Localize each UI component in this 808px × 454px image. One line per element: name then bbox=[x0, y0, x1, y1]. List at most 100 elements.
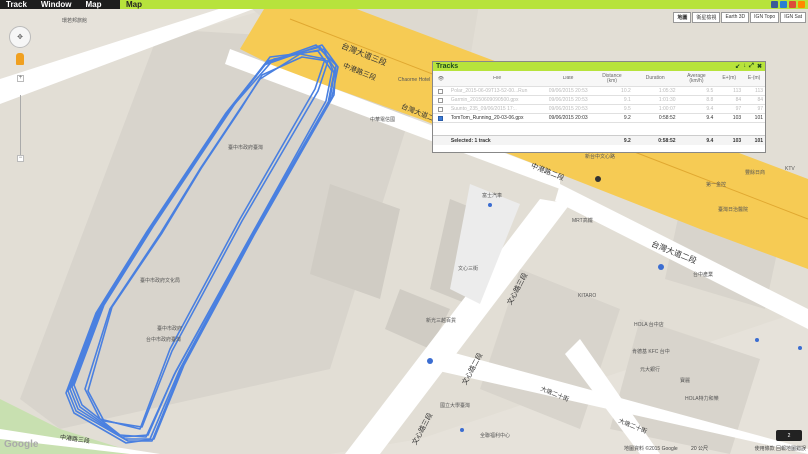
col-date[interactable]: Date bbox=[545, 76, 591, 81]
place-label: 台中產業 bbox=[693, 272, 714, 278]
place-label: 豐餘日商 bbox=[745, 170, 766, 176]
track-average: 9.4 bbox=[706, 115, 714, 121]
tracks-panel: Tracks ↙ ↓ ⤢ ✖ 👁 File Date Distance (km)… bbox=[432, 61, 766, 153]
pan-control[interactable]: ✥ bbox=[9, 26, 31, 48]
track-distance: 10.2 bbox=[621, 88, 631, 94]
place-label: 肯德基 KFC 台中 bbox=[632, 349, 670, 355]
track-average: 9.5 bbox=[706, 88, 714, 94]
zoom-in-button[interactable]: + bbox=[17, 75, 24, 82]
col-distance[interactable]: Distance (km) bbox=[591, 73, 633, 84]
download-icon[interactable]: ↓ bbox=[743, 63, 746, 70]
zoom-slider[interactable] bbox=[20, 95, 21, 155]
place-label: 臺中市政府文化局 bbox=[140, 278, 181, 284]
minimize-icon[interactable]: ↙ bbox=[735, 63, 740, 70]
map-view[interactable]: 台灣大道三段 中港路三段 中港路二段 台灣大道二段 台灣大道二段 文心路三段 文… bbox=[0, 9, 808, 454]
menu-map[interactable]: Map bbox=[86, 0, 102, 9]
twitter-icon[interactable] bbox=[780, 1, 787, 8]
col-eplus[interactable]: E+(m) bbox=[715, 76, 743, 81]
track-average: 9.4 bbox=[706, 106, 714, 112]
track-file: Polar_2015-06-09T13-52-00...Run bbox=[450, 88, 528, 94]
rss-icon[interactable] bbox=[798, 1, 805, 8]
menu-window[interactable]: Window bbox=[41, 0, 72, 9]
close-icon[interactable]: ✖ bbox=[757, 63, 762, 70]
place-label: 臺中市政府 bbox=[157, 326, 183, 332]
track-duration: 1:01:30 bbox=[658, 97, 676, 103]
scale-bar: 20 公尺 bbox=[691, 446, 708, 452]
table-row[interactable]: Garmin_20150609090500.gpx 09/06/2015 20:… bbox=[433, 96, 765, 105]
selected-count: Selected: 1 track bbox=[450, 137, 491, 144]
map-type-earth3d[interactable]: Earth 3D bbox=[721, 12, 750, 23]
track-eplus: 97 bbox=[735, 106, 742, 112]
track-eplus: 84 bbox=[735, 97, 742, 103]
track-eminus: 101 bbox=[754, 115, 764, 121]
track-eplus: 103 bbox=[732, 115, 742, 121]
place-label: 文心三街 bbox=[458, 266, 479, 272]
track-date: 09/06/2015 20:53 bbox=[548, 88, 588, 94]
place-label: MRT高鐵 bbox=[572, 218, 593, 224]
track-eminus: 84 bbox=[757, 97, 764, 103]
track-checkbox[interactable] bbox=[438, 88, 444, 94]
track-eminus: 113 bbox=[755, 88, 764, 94]
track-distance: 9.2 bbox=[623, 115, 631, 121]
tracks-table-header: 👁 File Date Distance (km) Duration Avera… bbox=[433, 71, 765, 87]
terms-link[interactable]: 使用條款 回報地圖錯誤 bbox=[755, 445, 806, 452]
social-icons bbox=[771, 0, 805, 8]
place-label: 寶麗 bbox=[680, 378, 691, 384]
total-eminus: 101 bbox=[754, 137, 764, 144]
col-eminus[interactable]: E-(m) bbox=[743, 76, 765, 81]
layer-widget[interactable]: 2 bbox=[776, 430, 802, 441]
place-label: 全聯福利中心 bbox=[480, 433, 511, 439]
eye-icon[interactable]: 👁 bbox=[433, 76, 449, 82]
table-empty-space bbox=[433, 123, 765, 136]
place-label: 富士汽車 bbox=[482, 193, 503, 199]
place-label: HOLA特力和樂 bbox=[685, 396, 719, 402]
place-label: 新台中文心路 bbox=[585, 154, 616, 160]
col-file[interactable]: File bbox=[449, 76, 545, 81]
track-date: 09/06/2015 20:53 bbox=[548, 97, 588, 103]
place-label: 元大銀行 bbox=[640, 367, 661, 373]
place-label: 台中市政府臺灣 bbox=[146, 337, 182, 343]
place-label: 國立大學臺灣 bbox=[440, 403, 471, 409]
track-checkbox[interactable] bbox=[438, 97, 444, 103]
map-type-map[interactable]: 地圖 bbox=[673, 12, 692, 23]
track-checkbox[interactable] bbox=[438, 115, 444, 121]
col-average[interactable]: Average (km/h) bbox=[678, 73, 716, 84]
google-plus-icon[interactable] bbox=[789, 1, 796, 8]
zoom-out-button[interactable]: − bbox=[17, 155, 24, 162]
menu-bar: Track Window Map Map bbox=[0, 0, 808, 9]
track-eminus: 97 bbox=[757, 106, 764, 112]
track-distance: 9.1 bbox=[623, 97, 631, 103]
total-distance: 9.2 bbox=[623, 137, 631, 144]
track-date: 09/06/2015 20:53 bbox=[548, 106, 588, 112]
pegman-icon[interactable] bbox=[16, 53, 24, 65]
col-duration[interactable]: Duration bbox=[633, 76, 678, 81]
tab-map[interactable]: Map bbox=[126, 0, 142, 9]
track-average: 8.8 bbox=[706, 97, 714, 103]
map-attribution: 地圖資料 ©2015 Google bbox=[624, 446, 678, 452]
expand-icon[interactable]: ⤢ bbox=[749, 63, 754, 70]
map-type-satellite[interactable]: 衛星檢視 bbox=[692, 12, 721, 23]
place-label: KITARO bbox=[578, 293, 597, 299]
track-date: 09/06/2015 20:03 bbox=[548, 115, 588, 121]
total-average: 9.4 bbox=[706, 137, 714, 144]
track-checkbox[interactable] bbox=[438, 106, 444, 112]
map-type-ign-sat[interactable]: IGN Sat bbox=[780, 12, 806, 23]
place-label: KTV bbox=[785, 166, 795, 172]
tracks-panel-titlebar[interactable]: Tracks ↙ ↓ ⤢ ✖ bbox=[433, 62, 765, 71]
facebook-icon[interactable] bbox=[771, 1, 778, 8]
table-row[interactable]: TomTom_Running_20-03-06.gpx 09/06/2015 2… bbox=[433, 114, 765, 123]
place-label: 環若邦旅館 bbox=[62, 18, 88, 24]
track-duration: 1:00:07 bbox=[658, 106, 676, 112]
total-duration: 0:58:52 bbox=[658, 137, 676, 144]
table-row[interactable]: Polar_2015-06-09T13-52-00...Run 09/06/20… bbox=[433, 87, 765, 96]
place-label: 中華電信國 bbox=[370, 117, 396, 123]
track-file: Suunto_235_09/06/2015 17:.. bbox=[450, 106, 517, 112]
map-type-ign-topo[interactable]: IGN Topo bbox=[750, 12, 780, 23]
track-file: TomTom_Running_20-03-06.gpx bbox=[450, 115, 524, 121]
menu-track[interactable]: Track bbox=[6, 0, 27, 9]
track-eplus: 113 bbox=[733, 88, 742, 94]
table-row[interactable]: Suunto_235_09/06/2015 17:.. 09/06/2015 2… bbox=[433, 105, 765, 114]
tracks-table-footer: Selected: 1 track 9.2 0:58:52 9.4 103 10… bbox=[433, 136, 765, 145]
place-label: 臺灣日治醫院 bbox=[718, 207, 749, 213]
pan-arrows-icon[interactable]: ✥ bbox=[9, 26, 31, 48]
